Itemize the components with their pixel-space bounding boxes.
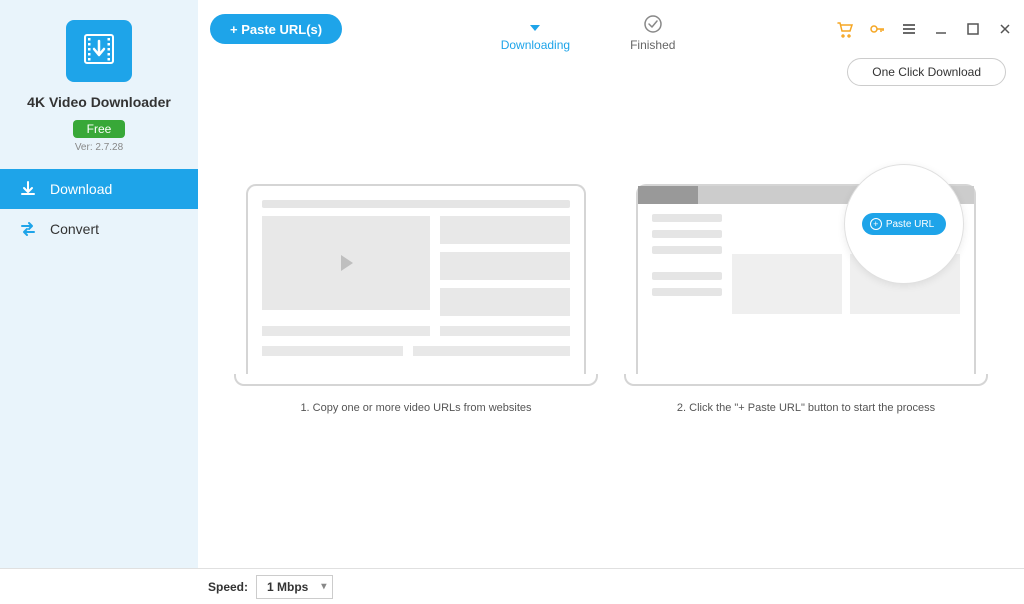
topbar: + Paste URL(s) Downloading Finished	[198, 0, 1024, 58]
maximize-icon[interactable]	[962, 18, 984, 40]
tab-label: Downloading	[501, 38, 570, 52]
convert-icon	[18, 219, 38, 239]
mini-paste-label: Paste URL	[886, 219, 934, 230]
plus-icon: +	[870, 218, 882, 230]
speed-label: Speed:	[208, 580, 248, 594]
speed-select[interactable]: 1 Mbps	[256, 575, 333, 599]
illustration-area: 1. Copy one or more video URLs from webs…	[198, 94, 1024, 568]
sidebar-item-label: Convert	[50, 221, 99, 237]
play-icon	[333, 250, 359, 276]
content-area: + Paste URL(s) Downloading Finished	[198, 0, 1024, 568]
speed-value: 1 Mbps	[267, 580, 308, 594]
tab-label: Finished	[630, 38, 675, 52]
tab-downloading[interactable]: Downloading	[501, 6, 570, 52]
download-icon	[18, 179, 38, 199]
free-badge: Free	[73, 120, 126, 138]
tab-finished[interactable]: Finished	[630, 6, 675, 52]
key-icon[interactable]	[866, 18, 888, 40]
laptop-illustration-2: + Paste URL	[636, 184, 976, 386]
app-logo	[66, 20, 132, 82]
sidebar-item-label: Download	[50, 181, 112, 197]
mini-paste-url-button: + Paste URL	[862, 213, 946, 235]
sidebar-item-download[interactable]: Download	[0, 169, 198, 209]
magnifier-illustration: + Paste URL	[844, 164, 964, 284]
sidebar: 4K Video Downloader Free Ver: 2.7.28 Dow…	[0, 0, 198, 568]
step2-caption: 2. Click the "+ Paste URL" button to sta…	[677, 402, 935, 414]
oneclick-row: One Click Download	[198, 58, 1024, 94]
menu-icon[interactable]	[898, 18, 920, 40]
app-title: 4K Video Downloader	[27, 94, 171, 110]
version-text: Ver: 2.7.28	[75, 142, 123, 153]
downloading-icon	[523, 12, 547, 36]
step1-caption: 1. Copy one or more video URLs from webs…	[300, 402, 531, 414]
minimize-icon[interactable]	[930, 18, 952, 40]
one-click-download-button[interactable]: One Click Download	[847, 58, 1006, 86]
nav-list: Download Convert	[0, 169, 198, 249]
illustration-step-1: 1. Copy one or more video URLs from webs…	[246, 184, 586, 414]
close-icon[interactable]	[994, 18, 1016, 40]
illustration-step-2: + Paste URL 2. Click the "+ Paste URL" b…	[636, 184, 976, 414]
tab-area: Downloading Finished	[342, 6, 834, 52]
cart-icon[interactable]	[834, 18, 856, 40]
header-icons	[834, 18, 1016, 40]
sidebar-item-convert[interactable]: Convert	[0, 209, 198, 249]
footer: Speed: 1 Mbps	[0, 568, 1024, 604]
finished-icon	[641, 12, 665, 36]
paste-url-button[interactable]: + Paste URL(s)	[210, 14, 342, 44]
laptop-illustration-1	[246, 184, 586, 386]
